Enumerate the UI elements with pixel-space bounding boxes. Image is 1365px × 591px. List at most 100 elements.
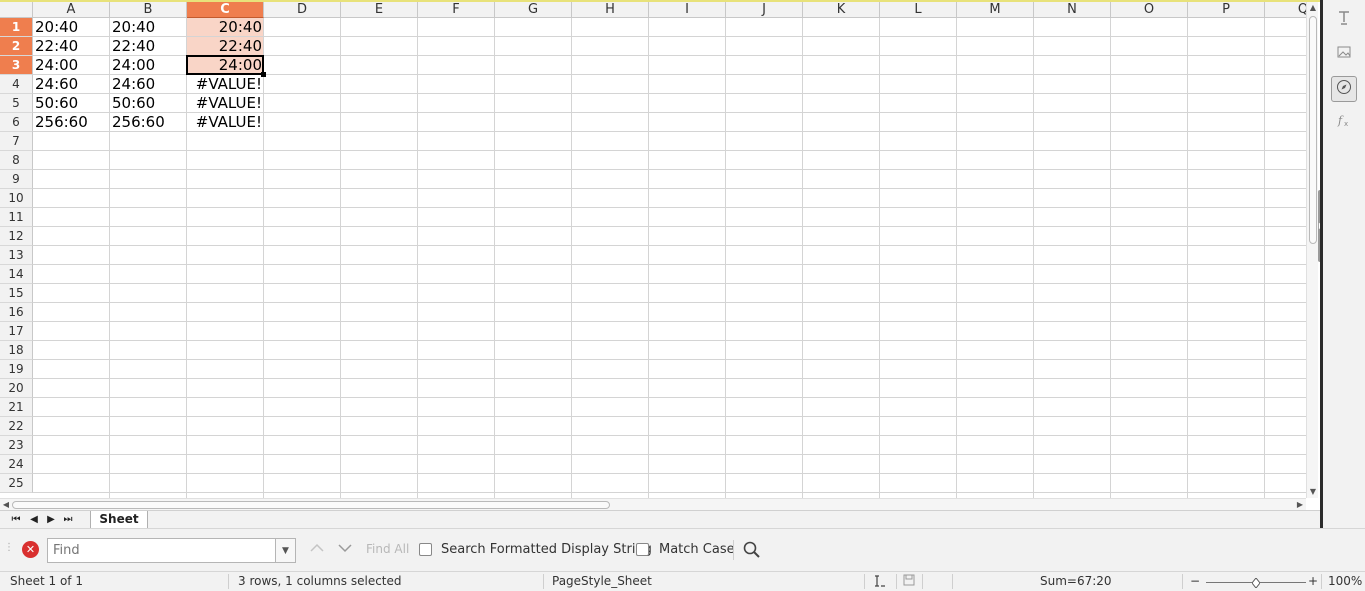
- find-next-icon[interactable]: [338, 542, 352, 556]
- column-header-p[interactable]: P: [1188, 2, 1265, 18]
- select-all-corner[interactable]: [0, 2, 33, 18]
- cell-c5[interactable]: #VALUE!: [187, 94, 264, 113]
- cell-b1[interactable]: 20:40: [110, 18, 187, 37]
- column-header-f[interactable]: F: [418, 2, 495, 18]
- toolbar-grip-icon[interactable]: ⋮: [4, 542, 14, 553]
- column-header-c[interactable]: C: [187, 2, 264, 18]
- next-sheet-icon[interactable]: ▶: [43, 512, 59, 528]
- autofill-handle[interactable]: [261, 72, 266, 77]
- row-header-19[interactable]: 19: [0, 360, 33, 379]
- row-header-12[interactable]: 12: [0, 227, 33, 246]
- first-sheet-icon[interactable]: ⏮: [8, 512, 24, 528]
- find-previous-icon[interactable]: [310, 542, 324, 556]
- zoom-slider-thumb[interactable]: [1251, 577, 1261, 589]
- row-header-13[interactable]: 13: [0, 246, 33, 265]
- find-all-button[interactable]: Find All: [366, 542, 409, 556]
- row-header-17[interactable]: 17: [0, 322, 33, 341]
- find-input[interactable]: [47, 538, 275, 563]
- match-case-checkbox[interactable]: [636, 543, 649, 556]
- page-style[interactable]: PageStyle_Sheet: [552, 574, 652, 588]
- cell-a5[interactable]: 50:60: [33, 94, 110, 113]
- cell-grid[interactable]: 20:40 20:40 20:40 22:40 22:40 22:40 24:00 24:00…: [33, 18, 1307, 498]
- row-header-11[interactable]: 11: [0, 208, 33, 227]
- column-header-b[interactable]: B: [110, 2, 187, 18]
- column-header-n[interactable]: N: [1034, 2, 1111, 18]
- magnifier-icon[interactable]: [742, 540, 762, 560]
- cell-b4[interactable]: 24:60: [110, 75, 187, 94]
- row-header-5[interactable]: 5: [0, 94, 33, 113]
- row-header-1[interactable]: 1: [0, 18, 33, 37]
- row-header-10[interactable]: 10: [0, 189, 33, 208]
- cell-c2[interactable]: 22:40: [187, 37, 264, 56]
- previous-sheet-icon[interactable]: ◀: [26, 512, 42, 528]
- match-case-label[interactable]: Match Case: [659, 542, 735, 557]
- column-header-m[interactable]: M: [957, 2, 1034, 18]
- column-header-o[interactable]: O: [1111, 2, 1188, 18]
- row-header-6[interactable]: 6: [0, 113, 33, 132]
- row-header-7[interactable]: 7: [0, 132, 33, 151]
- row-header-18[interactable]: 18: [0, 341, 33, 360]
- search-formatted-checkbox[interactable]: [419, 543, 432, 556]
- last-sheet-icon[interactable]: ⏭: [60, 512, 76, 528]
- properties-icon[interactable]: [1331, 8, 1357, 34]
- cell-b2[interactable]: 22:40: [110, 37, 187, 56]
- cell-c6[interactable]: #VALUE!: [187, 113, 264, 132]
- row-header-3[interactable]: 3: [0, 56, 33, 75]
- cell-a3[interactable]: 24:00: [33, 56, 110, 75]
- column-header-i[interactable]: I: [649, 2, 726, 18]
- spreadsheet-area[interactable]: ABCDEFGHIJKLMNOPQ 1 2 3 4 5 6 7 8 9 10 11 12 13 14 15 1…: [0, 0, 1320, 512]
- zoom-out-icon[interactable]: −: [1190, 574, 1200, 588]
- cell-a4[interactable]: 24:60: [33, 75, 110, 94]
- close-icon[interactable]: ✕: [22, 541, 39, 558]
- cell-a6[interactable]: 256:60: [33, 113, 110, 132]
- cell-c4[interactable]: #VALUE!: [187, 75, 264, 94]
- row-header-8[interactable]: 8: [0, 151, 33, 170]
- column-header-j[interactable]: J: [726, 2, 803, 18]
- document-modified-icon[interactable]: [903, 574, 915, 589]
- sum-display[interactable]: Sum=67:20: [1040, 574, 1112, 588]
- column-header-l[interactable]: L: [880, 2, 957, 18]
- vertical-scrollbar[interactable]: ▲ ▼: [1306, 2, 1318, 498]
- column-header-d[interactable]: D: [264, 2, 341, 18]
- vertical-scroll-thumb[interactable]: [1309, 16, 1317, 244]
- column-header-g[interactable]: G: [495, 2, 572, 18]
- find-history-dropdown[interactable]: ▼: [275, 538, 296, 563]
- gallery-icon[interactable]: [1331, 42, 1357, 68]
- search-formatted-label[interactable]: Search Formatted Display String: [441, 542, 652, 557]
- cell-b3[interactable]: 24:00: [110, 56, 187, 75]
- row-header-23[interactable]: 23: [0, 436, 33, 455]
- row-header-25[interactable]: 25: [0, 474, 33, 493]
- sheet-tab[interactable]: Sheet: [90, 511, 148, 529]
- row-header-22[interactable]: 22: [0, 417, 33, 436]
- row-header-20[interactable]: 20: [0, 379, 33, 398]
- row-header-14[interactable]: 14: [0, 265, 33, 284]
- zoom-percentage[interactable]: 100%: [1328, 574, 1362, 588]
- sheet-position[interactable]: Sheet 1 of 1: [10, 574, 83, 588]
- zoom-in-icon[interactable]: +: [1308, 574, 1318, 588]
- scroll-up-icon[interactable]: ▲: [1307, 2, 1319, 14]
- row-header-4[interactable]: 4: [0, 75, 33, 94]
- grid-line: [33, 397, 1307, 398]
- column-header-h[interactable]: H: [572, 2, 649, 18]
- column-header-e[interactable]: E: [341, 2, 418, 18]
- column-header-q[interactable]: Q: [1265, 2, 1307, 18]
- cell-c1[interactable]: 20:40: [187, 18, 264, 37]
- horizontal-scroll-thumb[interactable]: [12, 501, 610, 509]
- column-header-k[interactable]: K: [803, 2, 880, 18]
- row-header-9[interactable]: 9: [0, 170, 33, 189]
- row-header-2[interactable]: 2: [0, 37, 33, 56]
- row-header-15[interactable]: 15: [0, 284, 33, 303]
- row-header-16[interactable]: 16: [0, 303, 33, 322]
- horizontal-scrollbar[interactable]: ◀ ▶: [0, 498, 1306, 510]
- functions-icon[interactable]: fx: [1331, 110, 1357, 136]
- insert-mode-icon[interactable]: [872, 574, 886, 591]
- cell-b5[interactable]: 50:60: [110, 94, 187, 113]
- navigator-icon[interactable]: [1331, 76, 1357, 102]
- cell-a2[interactable]: 22:40: [33, 37, 110, 56]
- row-header-21[interactable]: 21: [0, 398, 33, 417]
- column-header-a[interactable]: A: [33, 2, 110, 18]
- row-header-24[interactable]: 24: [0, 455, 33, 474]
- cell-b6[interactable]: 256:60: [110, 113, 187, 132]
- scroll-down-icon[interactable]: ▼: [1307, 486, 1319, 498]
- cell-a1[interactable]: 20:40: [33, 18, 110, 37]
